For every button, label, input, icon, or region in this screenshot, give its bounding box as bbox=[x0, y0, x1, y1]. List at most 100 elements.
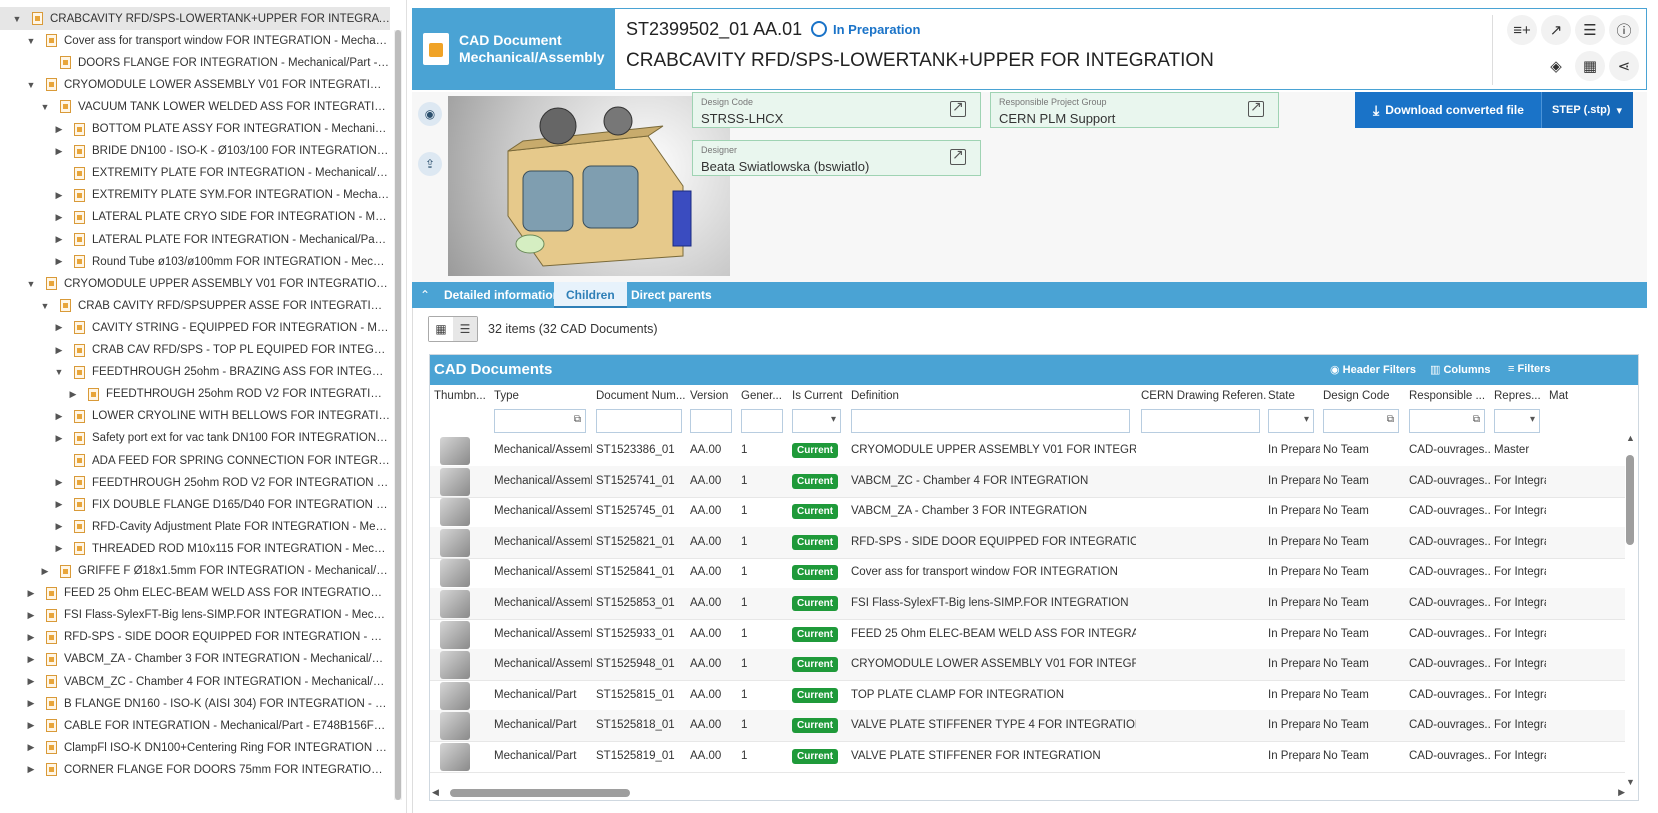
tree-item[interactable]: ▶ RFD-Cavity Adjustment Plate FOR INTEGRA… bbox=[0, 515, 390, 538]
tree-scrollbar-thumb[interactable] bbox=[395, 30, 401, 800]
tab-children[interactable]: Children bbox=[554, 282, 627, 308]
tree-item[interactable]: ▶ LOWER CRYOLINE WITH BELLOWS FOR INTEGRA… bbox=[0, 405, 390, 428]
header-filters-button[interactable]: ◉ Header Filters bbox=[1330, 363, 1416, 376]
tree-item[interactable]: ▶ BOTTOM PLATE ASSY FOR INTEGRATION - Mec… bbox=[0, 118, 390, 141]
row-thumbnail[interactable] bbox=[440, 712, 470, 741]
tree-item[interactable]: ▶ EXTREMITY PLATE SYM.FOR INTEGRATION - M… bbox=[0, 184, 390, 207]
tree-item[interactable]: ADA FEED FOR SPRING CONNECTION FOR INTEG… bbox=[0, 449, 390, 472]
collapse-arrow-icon[interactable]: ▼ bbox=[52, 365, 66, 379]
tree-item[interactable]: ▶ CORNER FLANGE FOR DOORS 75mm FOR INTEGR… bbox=[0, 758, 390, 781]
tree-item[interactable]: ▶ BRIDE DN100 - ISO-K - Ø103/100 FOR INTE… bbox=[0, 140, 390, 163]
expand-arrow-icon[interactable]: ▶ bbox=[24, 763, 38, 777]
expand-arrow-icon[interactable]: ▶ bbox=[24, 675, 38, 689]
tree-item[interactable]: ▶ THREADED ROD M10x115 FOR INTEGRATION - … bbox=[0, 537, 390, 560]
column-header[interactable]: Mat bbox=[1549, 390, 1579, 402]
tree-item[interactable]: ▶ Round Tube ø103/ø100mm FOR INTEGRATION … bbox=[0, 250, 390, 273]
catia-button[interactable]: ◈ bbox=[1541, 51, 1571, 81]
column-header[interactable]: Thumbn... bbox=[434, 390, 492, 402]
tree-item[interactable]: ▶ B FLANGE DN160 - ISO-K (AISI 304) FOR I… bbox=[0, 692, 390, 715]
collapse-arrow-icon[interactable]: ▼ bbox=[24, 277, 38, 291]
tree-item[interactable]: ▶ FSI Flass-SylexFT-Big lens-SIMP.FOR INT… bbox=[0, 604, 390, 627]
expand-arrow-icon[interactable]: ▶ bbox=[52, 542, 66, 556]
row-thumbnail[interactable] bbox=[440, 651, 470, 680]
column-filter-input[interactable] bbox=[596, 409, 682, 433]
grid-vertical-scrollbar[interactable]: ▲ ▼ bbox=[1626, 433, 1635, 787]
column-header[interactable]: State bbox=[1268, 390, 1320, 402]
tree-item[interactable]: EXTREMITY PLATE FOR INTEGRATION - Mechan… bbox=[0, 162, 390, 185]
column-header[interactable]: Type bbox=[494, 390, 592, 402]
scroll-right-icon[interactable]: ▶ bbox=[1618, 787, 1625, 798]
column-filter-input[interactable]: ▾ bbox=[1268, 409, 1314, 433]
tree-item[interactable]: ▼ Cover ass for transport window FOR INTE… bbox=[0, 29, 390, 52]
column-header[interactable]: Version bbox=[690, 390, 738, 402]
row-thumbnail[interactable] bbox=[440, 620, 470, 649]
tree-item[interactable]: ▼ CRYOMODULE UPPER ASSEMBLY V01 FOR INTEG… bbox=[0, 272, 390, 295]
tree-item[interactable]: ▶ LATERAL PLATE FOR INTEGRATION - Mechani… bbox=[0, 228, 390, 251]
picker-icon[interactable]: ⧉ bbox=[1387, 414, 1394, 425]
column-filter-input[interactable]: ⧉ bbox=[1323, 409, 1399, 433]
row-thumbnail[interactable] bbox=[440, 467, 470, 496]
expand-arrow-icon[interactable]: ▶ bbox=[38, 564, 52, 578]
open-link-icon[interactable] bbox=[950, 146, 966, 165]
tree-item[interactable]: ▶ FIX DOUBLE FLANGE D165/D40 FOR INTEGRAT… bbox=[0, 493, 390, 516]
row-thumbnail[interactable] bbox=[440, 590, 470, 618]
download-converted-button[interactable]: ⤓ Download converted file bbox=[1355, 92, 1541, 128]
tree-item[interactable]: ▼ CRABCAVITY RFD/SPS-LOWERTANK+UPPER FOR … bbox=[0, 7, 390, 30]
upload-thumbnail-button[interactable]: ⇪ bbox=[418, 152, 442, 176]
expand-arrow-icon[interactable]: ▶ bbox=[52, 233, 66, 247]
chevron-down-icon[interactable]: ▾ bbox=[1530, 414, 1535, 425]
expand-arrow-icon[interactable]: ▶ bbox=[52, 144, 66, 158]
table-row[interactable]: Mechanical/Part ST1525818_01 AA.00 1 VALVE P… bbox=[430, 710, 1625, 743]
expand-arrow-icon[interactable]: ▶ bbox=[66, 387, 80, 401]
row-thumbnail[interactable] bbox=[440, 498, 470, 527]
tree-item[interactable]: ▼ CRAB CAVITY RFD/SPSUPPER ASSE FOR INTEG… bbox=[0, 294, 390, 317]
view-3d-button[interactable]: ◉ bbox=[418, 102, 442, 126]
tree-item[interactable]: ▶ VABCM_ZC - Chamber 4 FOR INTEGRATION - … bbox=[0, 670, 390, 693]
tree-scrollbar[interactable] bbox=[394, 30, 402, 800]
compare-button[interactable]: ▦ bbox=[1575, 51, 1605, 81]
panel-splitter[interactable] bbox=[406, 0, 410, 813]
expand-arrow-icon[interactable]: ▶ bbox=[52, 409, 66, 423]
tree-item[interactable]: ▶ RFD-SPS - SIDE DOOR EQUIPPED FOR INTEGR… bbox=[0, 626, 390, 649]
column-filter-input[interactable]: ▾ bbox=[1494, 409, 1540, 433]
table-row[interactable]: Mechanical/Assemb ST1525853_01 AA.00 1 FSI F… bbox=[430, 588, 1625, 620]
tree-item[interactable]: ▶ CRAB CAV RFD/SPS - TOP PL EQUIPED FOR I… bbox=[0, 339, 390, 362]
columns-button[interactable]: ▥ Columns bbox=[1430, 363, 1491, 376]
grid-vertical-scroll-thumb[interactable] bbox=[1626, 455, 1634, 545]
tree-item[interactable]: ▶ Safety port ext for vac tank DN100 FOR … bbox=[0, 427, 390, 450]
expand-arrow-icon[interactable]: ▶ bbox=[52, 343, 66, 357]
collapse-arrow-icon[interactable]: ▼ bbox=[24, 78, 38, 92]
tree-item[interactable]: ▶ FEEDTHROUGH 25ohm ROD V2 FOR INTEGRATIO… bbox=[0, 471, 390, 494]
table-row[interactable]: Mechanical/Assemb ST1523386_01 AA.00 1 CRYOM… bbox=[430, 435, 1625, 467]
table-row[interactable]: Mechanical/Assemb ST1525841_01 AA.00 1 Cover… bbox=[430, 557, 1625, 590]
expand-arrow-icon[interactable]: ▶ bbox=[52, 321, 66, 335]
expand-arrow-icon[interactable]: ▶ bbox=[52, 188, 66, 202]
expand-arrow-icon[interactable]: ▶ bbox=[52, 210, 66, 224]
table-row[interactable]: Mechanical/Part ST1525815_01 AA.00 1 TOP PLA… bbox=[430, 680, 1625, 712]
format-select[interactable]: STEP (.stp) ▾ bbox=[1541, 92, 1633, 128]
column-header[interactable]: Document Num... bbox=[596, 390, 688, 402]
expand-arrow-icon[interactable]: ▶ bbox=[24, 697, 38, 711]
column-header[interactable]: CERN Drawing Referen... bbox=[1141, 390, 1266, 402]
tree-item[interactable]: ▶ CABLE FOR INTEGRATION - Mechanical/Part… bbox=[0, 714, 390, 737]
column-header[interactable]: Definition bbox=[851, 390, 1136, 402]
column-filter-input[interactable]: ▾ bbox=[792, 409, 841, 433]
table-row[interactable]: Mechanical/Assemb ST1525821_01 AA.00 1 RFD-S… bbox=[430, 526, 1625, 559]
picker-icon[interactable]: ⧉ bbox=[574, 414, 581, 425]
tree-item[interactable]: ▶ GRIFFE F Ø18x1.5mm FOR INTEGRATION - Me… bbox=[0, 560, 390, 583]
column-header[interactable]: Responsible ... bbox=[1409, 390, 1491, 402]
open-external-button[interactable]: ↗ bbox=[1541, 15, 1571, 45]
tree-item[interactable]: ▼ VACUUM TANK LOWER WELDED ASS FOR INTEGR… bbox=[0, 95, 390, 118]
column-header[interactable]: Is Current bbox=[792, 390, 847, 402]
table-row[interactable]: Mechanical/Assemb ST1525948_01 AA.00 1 CRYOM… bbox=[430, 649, 1625, 682]
tree-item[interactable]: ▶ FEEDTHROUGH 25ohm ROD V2 FOR INTEGRATIO… bbox=[0, 383, 390, 406]
row-thumbnail[interactable] bbox=[440, 559, 470, 588]
tab-detailed-information[interactable]: Detailed information bbox=[432, 282, 572, 308]
expand-arrow-icon[interactable]: ▶ bbox=[24, 741, 38, 755]
expand-arrow-icon[interactable]: ▶ bbox=[24, 630, 38, 644]
add-to-list-button[interactable]: ≡+ bbox=[1507, 15, 1537, 45]
open-link-icon[interactable] bbox=[1248, 98, 1264, 117]
collapse-arrow-icon[interactable]: ▼ bbox=[38, 100, 52, 114]
expand-arrow-icon[interactable]: ▶ bbox=[52, 431, 66, 445]
picker-icon[interactable]: ⧉ bbox=[1473, 414, 1480, 425]
